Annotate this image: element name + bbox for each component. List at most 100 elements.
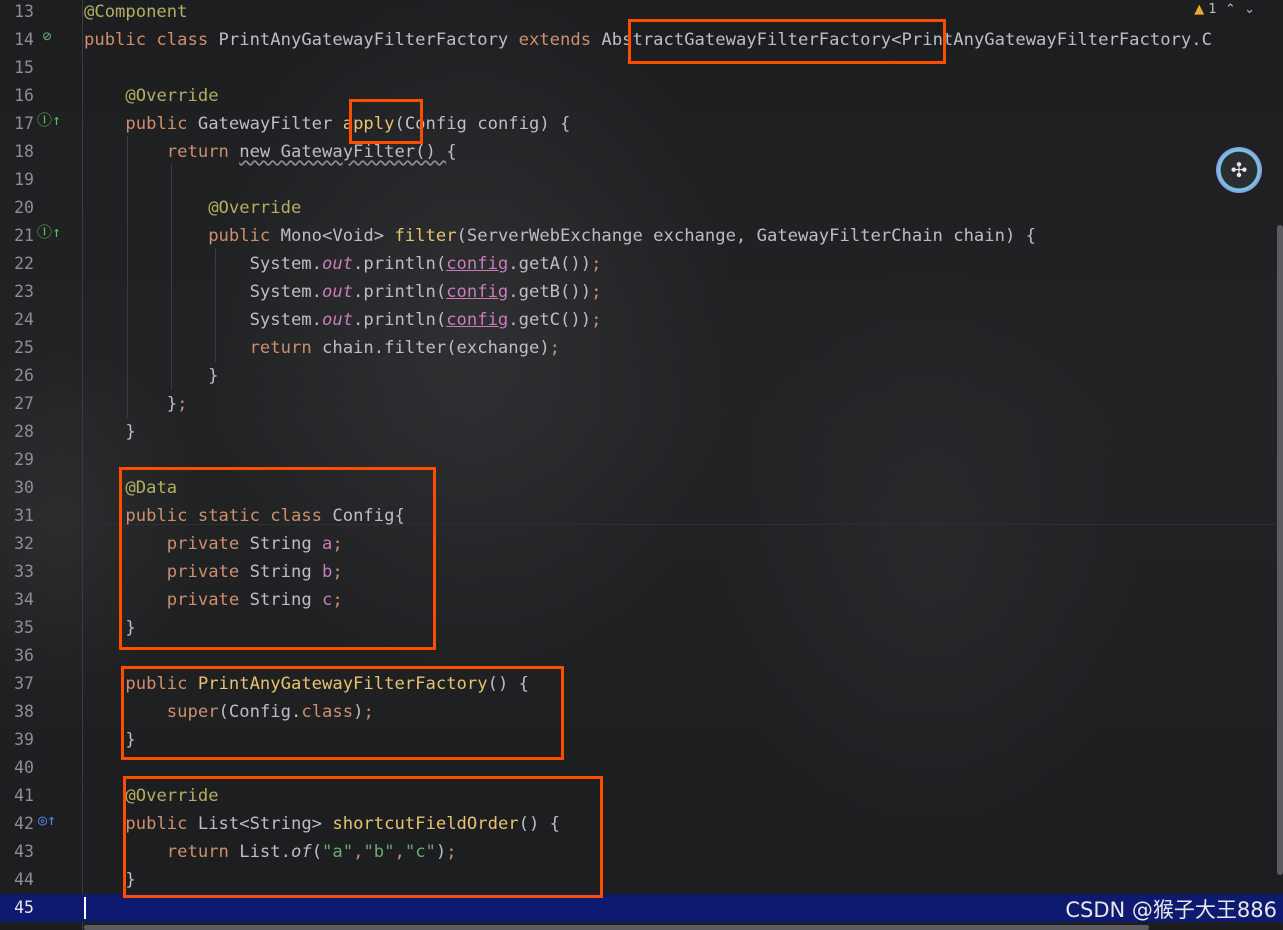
code-line[interactable]: 21 Ⓘ↑ public Mono<Void> filter(ServerWebE… bbox=[0, 222, 1283, 250]
warning-icon: ▲ bbox=[1194, 2, 1205, 17]
code-text: System.out.println(config.getC()); bbox=[84, 306, 602, 334]
highlight-box-constructor bbox=[121, 666, 564, 760]
code-token: extends bbox=[518, 30, 602, 50]
code-text: @Component bbox=[84, 0, 187, 26]
code-text: System.out.println(config.getB()); bbox=[84, 278, 602, 306]
code-token: ; bbox=[549, 338, 561, 358]
code-line[interactable]: 28 } bbox=[0, 418, 1283, 446]
code-token: } bbox=[84, 366, 219, 386]
code-token: new GatewayFilter() bbox=[239, 142, 447, 162]
code-token: PrintAnyGatewayFilterFactory bbox=[218, 30, 519, 50]
implements-method-icon[interactable]: Ⓘ↑ bbox=[37, 110, 61, 130]
code-line[interactable]: 17 Ⓘ↑ public GatewayFilter apply(Config c… bbox=[0, 110, 1283, 138]
highlight-box-shortcut-field-order bbox=[123, 776, 603, 898]
line-number: 22 bbox=[14, 254, 34, 273]
code-token: .println( bbox=[353, 282, 447, 302]
line-number: 38 bbox=[14, 702, 34, 721]
code-token: return bbox=[166, 142, 240, 162]
line-number: 15 bbox=[14, 58, 34, 77]
code-line[interactable]: 18 return new GatewayFilter() { bbox=[0, 138, 1283, 166]
line-number: 28 bbox=[14, 422, 34, 441]
code-token: (ServerWebExchange exchange, GatewayFilt… bbox=[456, 226, 1037, 246]
implements-method-icon[interactable]: Ⓘ↑ bbox=[37, 222, 61, 242]
code-line[interactable]: 27 }; bbox=[0, 390, 1283, 418]
line-number: 30 bbox=[14, 478, 34, 497]
code-token: .println( bbox=[353, 254, 447, 274]
code-token: } bbox=[84, 394, 178, 414]
code-line[interactable]: 24 System.out.println(config.getC()); bbox=[0, 306, 1283, 334]
line-number: 39 bbox=[14, 730, 34, 749]
line-number: 34 bbox=[14, 590, 34, 609]
code-text: }; bbox=[84, 390, 188, 418]
code-line[interactable]: 19 bbox=[0, 166, 1283, 194]
code-token: ; bbox=[591, 310, 602, 330]
code-token: out bbox=[322, 282, 354, 302]
code-token: System. bbox=[84, 282, 322, 302]
line-number: 42 bbox=[14, 814, 34, 833]
line-number: 26 bbox=[14, 366, 34, 385]
code-token: config bbox=[446, 282, 509, 302]
code-text: @Override bbox=[84, 82, 218, 110]
line-number: 17 bbox=[14, 114, 34, 133]
code-token: ; bbox=[591, 282, 602, 302]
line-number: 20 bbox=[14, 198, 34, 217]
code-token: ; bbox=[591, 254, 602, 274]
line-number: 32 bbox=[14, 534, 34, 553]
prev-highlight-icon[interactable]: ⌃ bbox=[1221, 2, 1236, 17]
code-token: out bbox=[322, 310, 354, 330]
code-editor[interactable]: 13 @Component 14 ⊘ public class PrintAnyGate… bbox=[0, 0, 1283, 930]
horizontal-scrollbar[interactable] bbox=[84, 925, 1149, 930]
bean-icon[interactable]: ⊘ bbox=[37, 26, 57, 46]
code-token: config bbox=[446, 254, 509, 274]
line-number: 43 bbox=[14, 842, 34, 861]
line-number: 19 bbox=[14, 170, 34, 189]
code-line[interactable]: 25 return chain.filter(exchange); bbox=[0, 334, 1283, 362]
text-caret bbox=[84, 897, 86, 919]
code-line[interactable]: 26 } bbox=[0, 362, 1283, 390]
line-number: 21 bbox=[14, 226, 34, 245]
code-token: filter bbox=[394, 226, 457, 246]
line-number: 31 bbox=[14, 506, 34, 525]
line-number: 14 bbox=[14, 30, 34, 49]
line-number: 37 bbox=[14, 674, 34, 693]
code-token: .getA()) bbox=[508, 254, 592, 274]
highlight-box-abstract-factory bbox=[628, 19, 946, 64]
line-number: 45 bbox=[14, 898, 34, 917]
ai-assistant-icon[interactable]: ✣ bbox=[1216, 147, 1262, 193]
code-token: GatewayFilter bbox=[197, 114, 343, 134]
overrides-method-icon[interactable]: ◎↑ bbox=[37, 810, 57, 830]
code-token: @Override bbox=[208, 198, 302, 218]
code-line[interactable]: 16 @Override bbox=[0, 82, 1283, 110]
line-number: 27 bbox=[14, 394, 34, 413]
line-number: 13 bbox=[14, 2, 34, 21]
line-number: 41 bbox=[14, 786, 34, 805]
indent-guide bbox=[127, 136, 128, 418]
code-token: } bbox=[84, 422, 136, 442]
line-number: 24 bbox=[14, 310, 34, 329]
code-token: public bbox=[208, 226, 281, 246]
line-number: 23 bbox=[14, 282, 34, 301]
code-token: return bbox=[249, 338, 323, 358]
indent-guide bbox=[171, 164, 172, 390]
code-line[interactable]: 22 System.out.println(config.getA()); bbox=[0, 250, 1283, 278]
line-number: 35 bbox=[14, 618, 34, 637]
code-token: System. bbox=[84, 310, 322, 330]
code-text: public GatewayFilter apply(Config config… bbox=[84, 110, 570, 138]
inspection-widget[interactable]: ▲ 1 ⌃ ⌄ bbox=[1194, 2, 1255, 17]
indent-guide bbox=[215, 248, 216, 362]
code-line[interactable]: 20 @Override bbox=[0, 194, 1283, 222]
code-token: out bbox=[322, 254, 354, 274]
line-number: 16 bbox=[14, 86, 34, 105]
code-token: .getC()) bbox=[508, 310, 592, 330]
vertical-scrollbar[interactable] bbox=[1277, 225, 1283, 875]
code-line[interactable]: 23 System.out.println(config.getB()); bbox=[0, 278, 1283, 306]
code-text bbox=[84, 894, 86, 922]
line-number: 33 bbox=[14, 562, 34, 581]
next-highlight-icon[interactable]: ⌄ bbox=[1240, 2, 1255, 17]
